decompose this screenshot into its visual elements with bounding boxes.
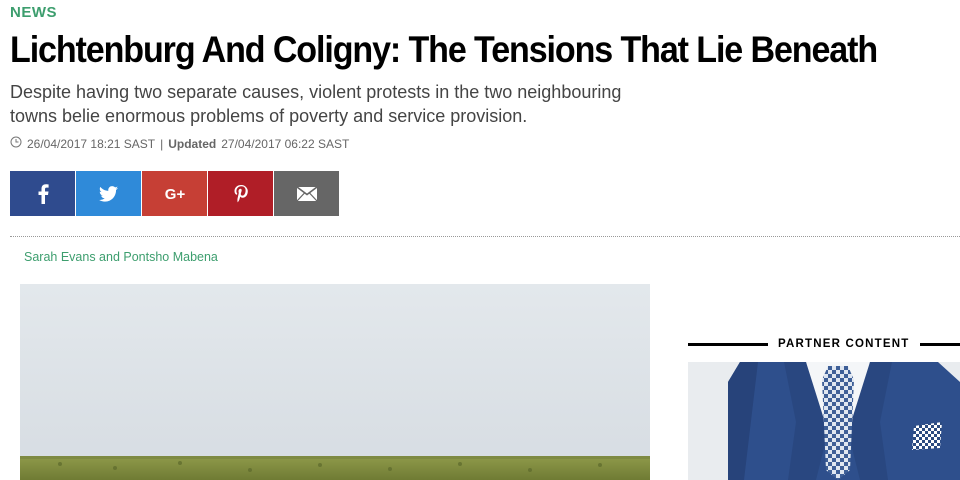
article-hero-image <box>20 284 650 480</box>
google-plus-label: G+ <box>164 186 185 203</box>
updated-date: 27/04/2017 06:22 SAST <box>221 136 350 151</box>
article-headline: Lichtenburg And Coligny: The Tensions Th… <box>10 29 878 70</box>
published-date: 26/04/2017 18:21 SAST <box>27 136 156 151</box>
content-divider <box>10 236 960 237</box>
twitter-icon <box>99 185 118 202</box>
header-rule <box>919 342 960 346</box>
header-rule <box>688 342 768 346</box>
share-email-button[interactable] <box>274 171 339 216</box>
google-plus-icon: G+ <box>164 186 185 203</box>
article-subtitle: Despite having two separate causes, viol… <box>10 82 622 126</box>
partner-content-header: PARTNER CONTENT <box>688 336 960 352</box>
facebook-icon <box>38 183 49 204</box>
article-meta: 26/04/2017 18:21 SAST | Updated 27/04/20… <box>10 136 349 151</box>
partner-content-image[interactable] <box>688 362 960 480</box>
article-byline[interactable]: Sarah Evans and Pontsho Mabena <box>24 250 218 264</box>
pinterest-icon <box>234 184 248 202</box>
meta-separator: | <box>160 136 164 151</box>
updated-label: Updated <box>168 136 217 151</box>
share-twitter-button[interactable] <box>76 171 141 216</box>
clock-icon <box>10 136 22 151</box>
email-icon <box>296 186 317 201</box>
share-bar: G+ <box>10 171 339 216</box>
partner-content-label: PARTNER CONTENT <box>778 338 910 350</box>
share-pinterest-button[interactable] <box>208 171 273 216</box>
share-google-plus-button[interactable]: G+ <box>142 171 207 216</box>
section-tag[interactable]: NEWS <box>10 4 57 21</box>
share-facebook-button[interactable] <box>10 171 75 216</box>
